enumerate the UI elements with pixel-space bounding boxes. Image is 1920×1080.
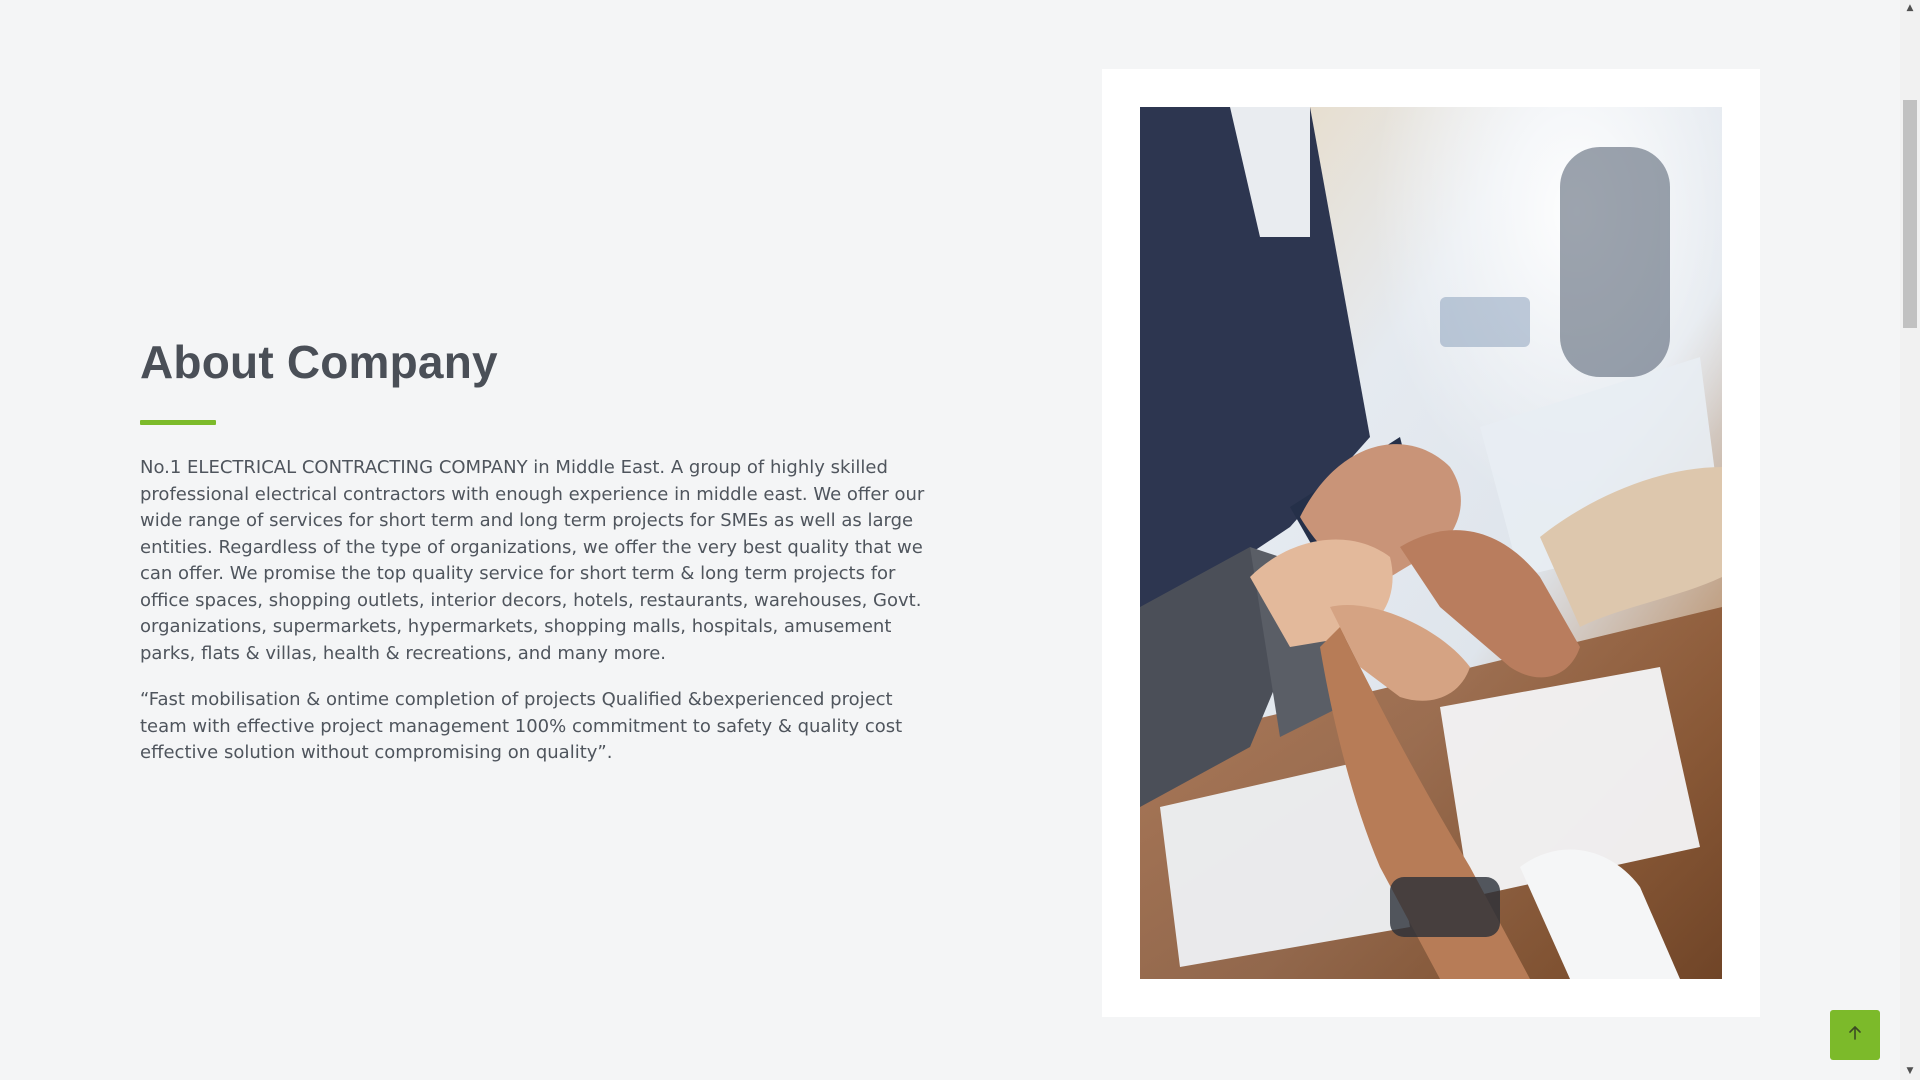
about-title: About Company — [140, 336, 498, 388]
title-underline-accent — [140, 420, 216, 425]
scrollbar-thumb[interactable] — [1903, 100, 1917, 328]
about-section: About Company No.1 ELECTRICAL CONTRACTIN… — [140, 330, 940, 767]
arrow-up-icon — [1846, 1024, 1864, 1047]
scroll-down-arrow-icon[interactable]: ▼ — [1900, 1063, 1920, 1080]
about-description: No.1 ELECTRICAL CONTRACTING COMPANY in M… — [140, 457, 925, 664]
back-to-top-button[interactable] — [1830, 1010, 1880, 1060]
team-hands-photo — [1140, 107, 1722, 979]
about-quote: “Fast mobilisation & ontime completion o… — [140, 689, 903, 763]
page-viewport: About Company No.1 ELECTRICAL CONTRACTIN… — [0, 0, 1900, 1080]
scroll-up-arrow-icon[interactable]: ▲ — [1900, 0, 1920, 17]
vertical-scrollbar[interactable]: ▲ ▼ — [1900, 0, 1920, 1080]
about-image-card — [1102, 69, 1760, 1017]
